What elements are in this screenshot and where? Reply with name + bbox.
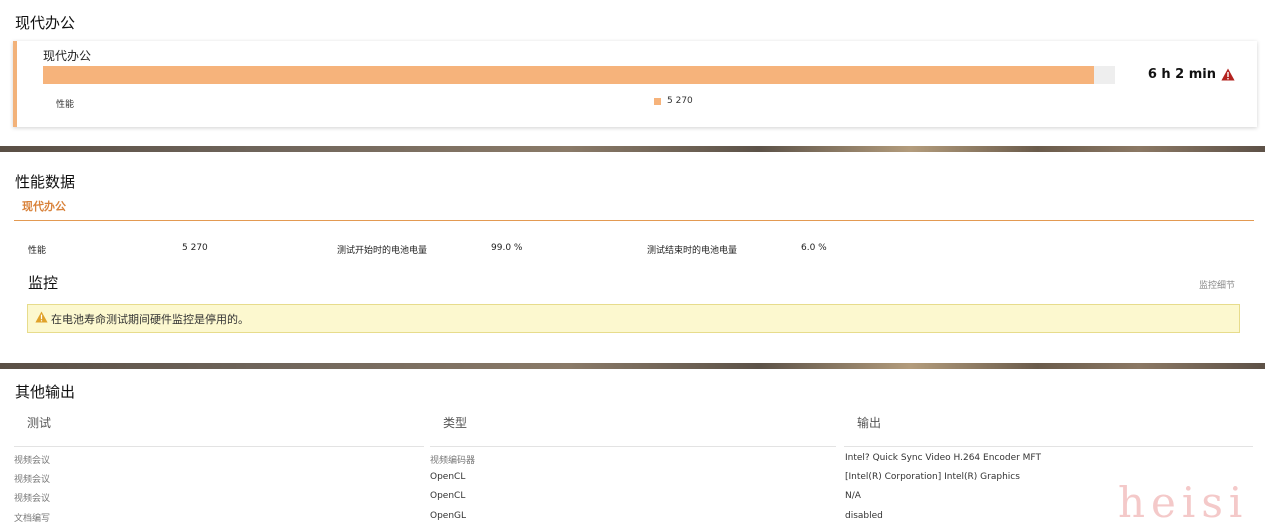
warning-icon bbox=[35, 311, 48, 326]
monitoring-alert: 在电池寿命测试期间硬件监控是停用的。 bbox=[27, 304, 1240, 333]
battery-duration: 6 h 2 min bbox=[1148, 67, 1235, 82]
monitoring-title: 监控 bbox=[28, 274, 59, 292]
performance-bar bbox=[43, 66, 1115, 84]
table-cell-type: OpenGL bbox=[430, 511, 467, 521]
metric-value-battery-end: 6.0 % bbox=[801, 243, 827, 253]
column-header-test: 测试 bbox=[27, 416, 52, 430]
watermark: heisi bbox=[1118, 478, 1249, 527]
metric-label-battery-start: 测试开始时的电池电量 bbox=[337, 246, 428, 256]
table-cell-output: [Intel(R) Corporation] Intel(R) Graphics bbox=[845, 472, 1020, 482]
table-cell-test: 文档编写 bbox=[14, 514, 51, 524]
table-cell-output: Intel? Quick Sync Video H.264 Encoder MF… bbox=[845, 453, 1041, 463]
duration-text: 6 h 2 min bbox=[1147, 67, 1216, 82]
card-label: 现代办公 bbox=[43, 49, 92, 63]
metric-label-battery-end: 测试结束时的电池电量 bbox=[647, 246, 738, 256]
section-title-performance-data: 性能数据 bbox=[15, 173, 76, 191]
column-divider bbox=[14, 446, 424, 447]
legend-value: 5 270 bbox=[667, 96, 693, 106]
column-divider bbox=[844, 446, 1253, 447]
table-cell-output: N/A bbox=[845, 491, 861, 501]
divider-band bbox=[0, 146, 1265, 152]
legend-swatch bbox=[654, 98, 661, 105]
monitoring-details-link[interactable]: 监控细节 bbox=[1199, 278, 1235, 291]
table-cell-test: 视频会议 bbox=[14, 456, 51, 466]
alert-text: 在电池寿命测试期间硬件监控是停用的。 bbox=[51, 312, 249, 326]
metric-value-performance: 5 270 bbox=[182, 243, 208, 253]
metric-value-battery-start: 99.0 % bbox=[491, 243, 523, 253]
table-cell-type: 视频编码器 bbox=[430, 456, 476, 466]
table-cell-test: 视频会议 bbox=[14, 494, 51, 504]
section-title-other-output: 其他输出 bbox=[15, 383, 76, 401]
column-divider bbox=[430, 446, 836, 447]
benchmark-card: 现代办公 性能 5 270 6 h 2 min bbox=[13, 41, 1257, 127]
column-header-type: 类型 bbox=[443, 416, 468, 430]
table-cell-type: OpenCL bbox=[430, 491, 466, 501]
tab-modern-office[interactable]: 现代办公 bbox=[22, 198, 66, 214]
divider-band bbox=[0, 363, 1265, 369]
tab-underline bbox=[14, 220, 1254, 221]
metric-label-performance: 性能 bbox=[28, 246, 47, 256]
table-cell-output: disabled bbox=[845, 511, 883, 521]
warning-icon bbox=[1221, 68, 1235, 81]
performance-bar-fill bbox=[43, 66, 1094, 84]
bar-caption: 性能 bbox=[56, 100, 75, 110]
table-cell-test: 视频会议 bbox=[14, 475, 51, 485]
column-header-output: 输出 bbox=[857, 416, 882, 430]
section-title-modern-office: 现代办公 bbox=[15, 14, 76, 32]
table-cell-type: OpenCL bbox=[430, 472, 466, 482]
